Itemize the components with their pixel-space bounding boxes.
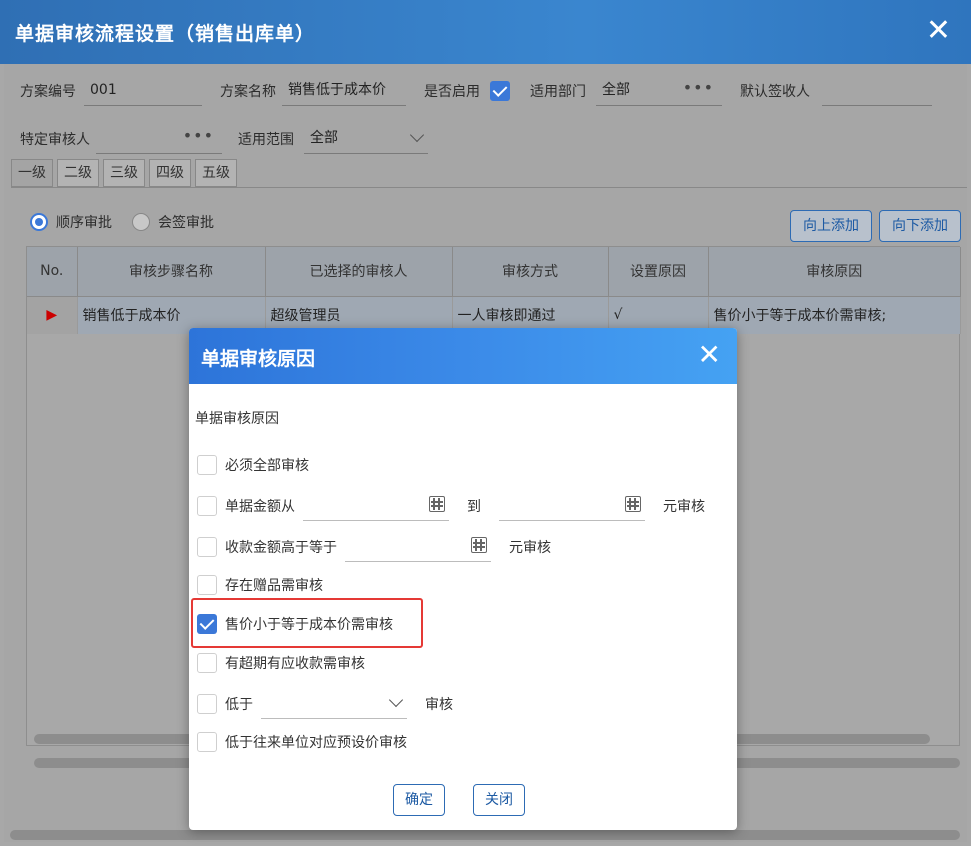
option-gift: 存在赠品需审核 <box>197 575 323 595</box>
tab-level-5[interactable]: 五级 <box>195 159 237 187</box>
scope-select[interactable]: 全部 <box>304 124 428 154</box>
add-below-button[interactable]: 向下添加 <box>879 210 961 242</box>
col-method: 审核方式 <box>452 247 609 297</box>
dept-more-icon[interactable]: ••• <box>683 74 714 102</box>
scheme-name-input[interactable]: 销售低于成本价 <box>282 76 406 106</box>
row-marker-icon: ▶ <box>27 296 78 334</box>
receipt-amount-label: 收款金额高于等于 <box>225 540 337 556</box>
approval-mode-group: 顺序审批 会签审批 <box>30 212 214 232</box>
dept-input[interactable]: 全部 ••• <box>596 76 722 106</box>
default-signer-input[interactable] <box>822 76 932 106</box>
add-above-button[interactable]: 向上添加 <box>790 210 872 242</box>
scheme-no-input[interactable]: 001 <box>84 76 202 106</box>
chevron-down-icon <box>409 127 425 143</box>
confirm-button[interactable]: 确定 <box>393 784 445 816</box>
tab-level-2[interactable]: 二级 <box>57 159 99 187</box>
scheme-no-label: 方案编号 <box>20 84 76 100</box>
col-reviewers: 已选择的审核人 <box>265 247 453 297</box>
tab-divider <box>11 187 967 188</box>
col-reason: 审核原因 <box>708 247 961 297</box>
form-row-1: 方案编号 001 方案名称 销售低于成本价 是否启用 适用部门 全部 ••• 默认… <box>20 76 932 106</box>
window-titlebar: 单据审核流程设置（销售出库单） ✕ <box>0 0 971 64</box>
amount-to-input[interactable] <box>499 491 645 521</box>
calculator-icon[interactable] <box>429 496 445 512</box>
countersign-radio[interactable] <box>132 213 150 231</box>
calculator-icon[interactable] <box>625 496 641 512</box>
option-below-cost: 售价小于等于成本价需审核 <box>197 614 393 634</box>
form-row-2: 特定审核人 ••• 适用范围 全部 <box>20 124 428 154</box>
dialog-close-icon[interactable]: ✕ <box>698 338 721 371</box>
window-close-icon[interactable]: ✕ <box>926 14 951 48</box>
dialog-subtitle: 单据审核原因 <box>195 411 279 427</box>
lower-than-select[interactable] <box>261 689 407 719</box>
tab-level-4[interactable]: 四级 <box>149 159 191 187</box>
dialog-title: 单据审核原因 <box>201 348 316 370</box>
enabled-checkbox[interactable] <box>490 81 510 101</box>
gift-checkbox[interactable] <box>197 575 217 595</box>
tab-level-3[interactable]: 三级 <box>103 159 145 187</box>
cell-reason[interactable]: 售价小于等于成本价需审核; <box>708 296 961 334</box>
dept-value: 全部 <box>602 82 630 98</box>
all-review-label: 必须全部审核 <box>225 458 309 474</box>
col-step-name: 审核步骤名称 <box>77 247 266 297</box>
col-no: No. <box>27 247 78 297</box>
default-signer-label: 默认签收人 <box>740 84 810 100</box>
lower-than-checkbox[interactable] <box>197 694 217 714</box>
receipt-amount-checkbox[interactable] <box>197 537 217 557</box>
option-receipt-amount: 收款金额高于等于 元审核 <box>197 532 551 562</box>
dialog-header: 单据审核原因 ✕ <box>189 328 737 384</box>
window-title: 单据审核流程设置（销售出库单） <box>15 23 316 45</box>
specific-reviewer-input[interactable]: ••• <box>96 124 222 154</box>
amount-range-suffix: 元审核 <box>663 499 705 515</box>
gift-label: 存在赠品需审核 <box>225 578 323 594</box>
below-cost-checkbox[interactable] <box>197 614 217 634</box>
enabled-label: 是否启用 <box>424 84 480 100</box>
col-set-reason: 设置原因 <box>608 247 709 297</box>
receipt-amount-input[interactable] <box>345 532 491 562</box>
preset-price-label: 低于往来单位对应预设价审核 <box>225 735 407 751</box>
all-review-checkbox[interactable] <box>197 455 217 475</box>
window-scrollbar[interactable] <box>10 830 960 840</box>
scheme-no-value: 001 <box>90 82 117 98</box>
below-cost-label: 售价小于等于成本价需审核 <box>225 617 393 633</box>
amount-from-input[interactable] <box>303 491 449 521</box>
lower-than-label: 低于 <box>225 697 253 713</box>
level-tabs: 一级 二级 三级 四级 五级 <box>11 159 237 187</box>
chevron-down-icon <box>388 692 404 708</box>
receipt-amount-suffix: 元审核 <box>509 540 551 556</box>
reviewer-more-icon[interactable]: ••• <box>183 122 214 150</box>
close-button[interactable]: 关闭 <box>473 784 525 816</box>
overdue-checkbox[interactable] <box>197 653 217 673</box>
calculator-icon[interactable] <box>471 537 487 553</box>
option-preset-price: 低于往来单位对应预设价审核 <box>197 732 407 752</box>
scope-label: 适用范围 <box>238 132 294 148</box>
option-all-review: 必须全部审核 <box>197 455 309 475</box>
specific-reviewer-label: 特定审核人 <box>20 132 90 148</box>
to-label: 到 <box>467 499 481 515</box>
amount-range-checkbox[interactable] <box>197 496 217 516</box>
scheme-name-label: 方案名称 <box>220 84 276 100</box>
sequential-label: 顺序审批 <box>56 215 112 231</box>
amount-range-label: 单据金额从 <box>225 499 295 515</box>
dept-label: 适用部门 <box>530 84 586 100</box>
scheme-name-value: 销售低于成本价 <box>288 82 386 98</box>
option-lower-than: 低于 审核 <box>197 689 453 719</box>
lower-than-suffix: 审核 <box>425 697 453 713</box>
preset-price-checkbox[interactable] <box>197 732 217 752</box>
scope-value: 全部 <box>310 130 338 146</box>
overdue-label: 有超期有应收款需审核 <box>225 656 365 672</box>
option-overdue: 有超期有应收款需审核 <box>197 653 365 673</box>
reason-dialog: 单据审核原因 ✕ 单据审核原因 必须全部审核 单据金额从 到 元审核 收款金额高… <box>189 328 737 830</box>
countersign-label: 会签审批 <box>158 215 214 231</box>
option-amount-range: 单据金额从 到 元审核 <box>197 491 705 521</box>
sequential-radio[interactable] <box>30 213 48 231</box>
tab-level-1[interactable]: 一级 <box>11 159 53 187</box>
